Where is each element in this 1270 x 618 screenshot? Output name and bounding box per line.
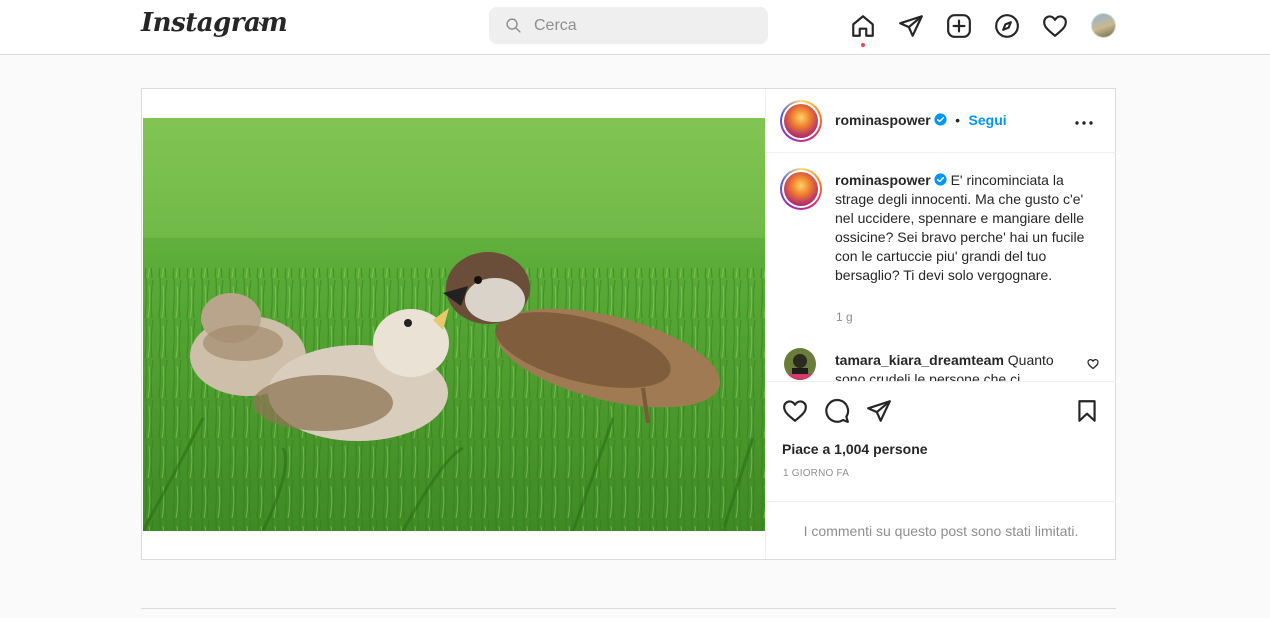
- likes-count[interactable]: Piace a 1,004 persone: [782, 441, 928, 457]
- search-box[interactable]: [489, 7, 768, 44]
- profile-avatar[interactable]: [1091, 13, 1116, 38]
- chevron-down-icon[interactable]: [256, 17, 270, 31]
- top-navigation-bar: Instagram: [0, 0, 1270, 55]
- post-photo-sparrows[interactable]: [143, 118, 765, 531]
- like-heart-icon[interactable]: [782, 398, 808, 424]
- comment: tamara_kiara_dreamteam Quanto sono crude…: [835, 351, 1087, 381]
- caption-body: E' rincominciata la strage degli innocen…: [835, 172, 1085, 283]
- comments-section[interactable]: rominaspower E' rincominciata la strage …: [766, 154, 1116, 381]
- post-header: rominaspower • Segui: [766, 89, 1116, 153]
- author-username[interactable]: rominaspower: [835, 112, 931, 128]
- post-image: [143, 118, 765, 531]
- more-options-icon[interactable]: [1072, 111, 1096, 135]
- comment-username[interactable]: tamara_kiara_dreamteam: [835, 352, 1004, 368]
- comment-like-heart-icon[interactable]: [1087, 358, 1099, 370]
- feed-divider: [141, 608, 1116, 609]
- post-date[interactable]: 1 GIORNO FA: [783, 468, 849, 479]
- verified-badge-icon: [934, 173, 947, 186]
- caption-timestamp[interactable]: 1 g: [836, 310, 853, 324]
- comments-limited-notice: I commenti su questo post sono stati lim…: [766, 501, 1116, 559]
- post-sidebar: rominaspower • Segui rominaspower E' rin…: [765, 89, 1116, 559]
- commenter-avatar[interactable]: [784, 348, 816, 380]
- author-line: rominaspower • Segui: [835, 112, 1007, 130]
- explore-icon[interactable]: [994, 13, 1020, 39]
- author-avatar[interactable]: [780, 100, 822, 142]
- direct-icon[interactable]: [898, 13, 924, 39]
- search-input[interactable]: [534, 7, 754, 44]
- caption-username[interactable]: rominaspower: [835, 172, 931, 188]
- notification-dot: [861, 43, 865, 47]
- save-bookmark-icon[interactable]: [1074, 398, 1100, 424]
- follow-button[interactable]: Segui: [969, 112, 1007, 128]
- separator-dot: •: [955, 112, 961, 128]
- post-actions: Piace a 1,004 persone 1 GIORNO FA: [766, 381, 1116, 501]
- comment-bubble-icon[interactable]: [824, 398, 850, 424]
- caption: rominaspower E' rincominciata la strage …: [835, 171, 1087, 285]
- verified-badge-icon: [934, 113, 947, 126]
- activity-heart-icon[interactable]: [1042, 13, 1068, 39]
- share-direct-icon[interactable]: [866, 398, 892, 424]
- new-post-icon[interactable]: [946, 13, 972, 39]
- caption-author-avatar[interactable]: [780, 168, 822, 210]
- home-icon[interactable]: [850, 13, 876, 39]
- search-icon: [506, 18, 521, 33]
- post-card: rominaspower • Segui rominaspower E' rin…: [141, 88, 1116, 560]
